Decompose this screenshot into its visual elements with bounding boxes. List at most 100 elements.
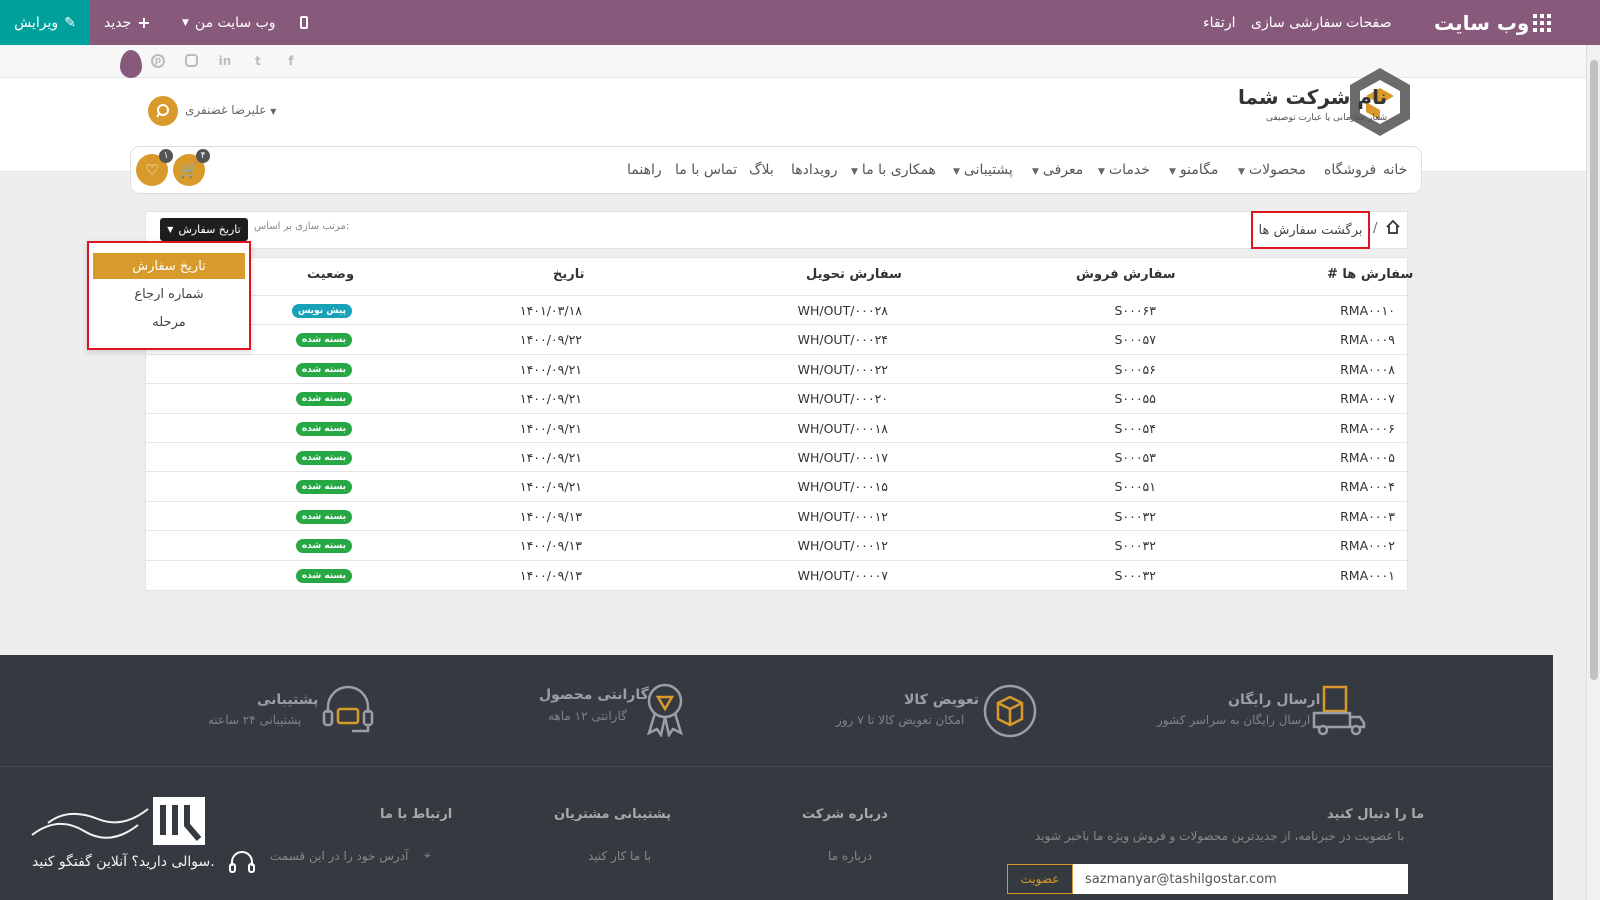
column-header-date[interactable]: تاریخ bbox=[553, 267, 585, 282]
menu-pages-label: صفحات bbox=[1346, 14, 1392, 31]
column-header-sale-order[interactable]: سفارش فروش bbox=[1076, 267, 1176, 282]
table-row[interactable]: RMA۰۰۰۷ S۰۰۰۵۵ WH/OUT/۰۰۰۲۰ ۱۴۰۰/۰۹/۲۱ بسته … bbox=[145, 383, 1408, 412]
cell-rma-number[interactable]: RMA۰۰۱۰ bbox=[1340, 303, 1395, 318]
nav-item-support[interactable]: ▼ پشتیبانی bbox=[953, 162, 1013, 178]
sort-option-label: مرحله bbox=[152, 314, 186, 330]
cell-rma-number[interactable]: RMA۰۰۰۲ bbox=[1340, 538, 1395, 553]
menu-customize-label: سفارشی سازی bbox=[1251, 14, 1343, 31]
table-row[interactable]: RMA۰۰۱۰ S۰۰۰۶۳ WH/OUT/۰۰۰۲۸ ۱۴۰۱/۰۳/۱۸ پیش ن… bbox=[145, 295, 1408, 324]
sort-option-stage[interactable]: مرحله bbox=[93, 309, 245, 335]
nav-item-about[interactable]: ▼ معرفی bbox=[1032, 162, 1083, 178]
search-icon bbox=[156, 104, 169, 118]
my-website-dropdown[interactable]: ▼ وب سایت من bbox=[182, 0, 276, 45]
cell-date: ۱۴۰۰/۰۹/۲۱ bbox=[519, 450, 582, 465]
caret-down-icon: ▼ bbox=[270, 107, 277, 116]
wishlist-button[interactable]: ♡ ۱ bbox=[136, 149, 173, 186]
menu-customize[interactable]: سفارشی سازی bbox=[1251, 0, 1342, 45]
cart-button[interactable]: 🛒 ۴ bbox=[173, 149, 210, 186]
table-row[interactable]: RMA۰۰۰۲ S۰۰۰۳۲ WH/OUT/۰۰۰۱۲ ۱۴۰۰/۰۹/۱۳ بسته … bbox=[145, 530, 1408, 559]
footer-about-link[interactable]: درباره ما bbox=[828, 849, 872, 863]
back-to-orders-link[interactable]: برگشت سفارش ها bbox=[1251, 211, 1370, 249]
cell-sale-order: S۰۰۰۵۱ bbox=[1114, 479, 1156, 495]
caret-down-icon: ▼ bbox=[953, 167, 960, 177]
cell-rma-number[interactable]: RMA۰۰۰۶ bbox=[1340, 421, 1395, 436]
nav-item-services[interactable]: ▼ خدمات bbox=[1098, 162, 1150, 178]
column-header-status[interactable]: وضعیت bbox=[307, 267, 354, 282]
feature-subtitle: ارسال رایگان به سراسر کشور bbox=[1157, 713, 1311, 727]
instagram-icon[interactable] bbox=[185, 54, 198, 67]
company-logo-text[interactable]: نام شرکت شما شعار سازمانی یا عبارت توصیف… bbox=[1238, 85, 1387, 123]
home-icon[interactable] bbox=[1385, 219, 1403, 237]
feature-subtitle: گارانتی ۱۲ ماهه bbox=[548, 709, 627, 723]
app-brand[interactable]: وب سایت bbox=[1434, 0, 1529, 45]
cell-sale-order: S۰۰۰۵۳ bbox=[1114, 450, 1156, 465]
table-row[interactable]: RMA۰۰۰۴ S۰۰۰۵۱ WH/OUT/۰۰۰۱۵ ۱۴۰۰/۰۹/۲۱ بسته … bbox=[145, 471, 1408, 500]
search-button[interactable] bbox=[148, 96, 178, 126]
nav-item-careers[interactable]: ▼ همکاری با ما bbox=[851, 162, 936, 178]
table-row[interactable]: RMA۰۰۰۳ S۰۰۰۳۲ WH/OUT/۰۰۰۱۲ ۱۴۰۰/۰۹/۱۳ بسته … bbox=[145, 500, 1408, 530]
nav-item-label: محصولات bbox=[1248, 162, 1306, 178]
sort-value: تاریخ سفارش bbox=[178, 223, 241, 236]
newsletter-email-input[interactable] bbox=[1073, 864, 1408, 894]
scrollbar-thumb[interactable] bbox=[1590, 60, 1598, 680]
mobile-preview-button[interactable] bbox=[300, 0, 308, 45]
cell-delivery-order: WH/OUT/۰۰۰۲۸ bbox=[797, 303, 888, 318]
table-row[interactable]: RMA۰۰۰۱ S۰۰۰۳۲ WH/OUT/۰۰۰۰۷ ۱۴۰۰/۰۹/۱۳ بسته … bbox=[145, 559, 1408, 589]
table-row[interactable]: RMA۰۰۰۹ S۰۰۰۵۷ WH/OUT/۰۰۰۲۴ ۱۴۰۰/۰۹/۲۲ بسته … bbox=[145, 324, 1408, 353]
caret-down-icon: ▼ bbox=[851, 167, 858, 177]
sort-option-label: شماره ارجاع bbox=[134, 286, 204, 302]
footer-contact-title: ارتباط با ما bbox=[380, 807, 453, 822]
menu-upgrade[interactable]: ارتقاء bbox=[1203, 0, 1235, 45]
nav-item-home[interactable]: خانه bbox=[1383, 162, 1407, 178]
caret-down-icon: ▼ bbox=[167, 225, 174, 234]
nav-item-shop[interactable]: فروشگاه bbox=[1324, 162, 1376, 178]
cell-rma-number[interactable]: RMA۰۰۰۷ bbox=[1340, 391, 1395, 406]
nav-item-contact[interactable]: تماس با ما bbox=[675, 162, 737, 178]
facebook-icon[interactable]: f bbox=[284, 54, 298, 68]
cell-rma-number[interactable]: RMA۰۰۰۳ bbox=[1340, 509, 1395, 524]
linkedin-icon[interactable]: in bbox=[218, 54, 232, 68]
cell-rma-number[interactable]: RMA۰۰۰۵ bbox=[1340, 450, 1395, 465]
headset-icon[interactable] bbox=[228, 850, 256, 876]
sort-option-order-date[interactable]: تاریخ سفارش bbox=[93, 253, 245, 279]
nav-item-blog[interactable]: بلاگ bbox=[749, 162, 774, 178]
edit-label: ویرایش bbox=[14, 14, 59, 31]
cell-rma-number[interactable]: RMA۰۰۰۹ bbox=[1340, 332, 1395, 347]
menu-pages[interactable]: صفحات bbox=[1346, 0, 1391, 45]
cell-rma-number[interactable]: RMA۰۰۰۸ bbox=[1340, 362, 1395, 377]
top-admin-bar: ویرایش ✎ جدید + ▼ وب سایت من ارتقاء سفار… bbox=[0, 0, 1600, 45]
cell-delivery-order: WH/OUT/۰۰۰۱۸ bbox=[797, 420, 888, 436]
cell-delivery-order: WH/OUT/۰۰۰۰۷ bbox=[797, 567, 888, 583]
column-header-rma[interactable]: # سفارش ها bbox=[1327, 267, 1413, 282]
nav-item-megamenu[interactable]: ▼ مگامنو bbox=[1169, 162, 1218, 178]
table-row[interactable]: RMA۰۰۰۸ S۰۰۰۵۶ WH/OUT/۰۰۰۲۲ ۱۴۰۰/۰۹/۲۱ بسته … bbox=[145, 353, 1408, 383]
nav-item-events[interactable]: رویدادها bbox=[791, 162, 838, 178]
caret-down-icon: ▼ bbox=[182, 17, 189, 28]
table-row[interactable]: RMA۰۰۰۶ S۰۰۰۵۴ WH/OUT/۰۰۰۱۸ ۱۴۰۰/۰۹/۲۱ بسته … bbox=[145, 412, 1408, 442]
column-header-delivery-order[interactable]: سفارش تحویل bbox=[806, 267, 902, 282]
twitter-icon[interactable]: t bbox=[251, 54, 265, 68]
user-menu[interactable]: علیرضا غضنفری ▼ bbox=[185, 103, 276, 117]
grid-icon[interactable] bbox=[1533, 0, 1551, 45]
footer-careers-link[interactable]: با ما کار کنید bbox=[588, 849, 651, 863]
cell-rma-number[interactable]: RMA۰۰۰۴ bbox=[1340, 479, 1395, 494]
cell-date: ۱۴۰۰/۰۹/۱۳ bbox=[519, 538, 582, 554]
new-button[interactable]: جدید + bbox=[104, 0, 151, 45]
page-scrollbar[interactable] bbox=[1586, 45, 1600, 900]
social-bar: f t in p bbox=[0, 45, 1586, 78]
footer-follow-text: با عضویت در خبرنامه، از جدیدترین محصولات… bbox=[1035, 829, 1405, 843]
cart-count: ۴ bbox=[196, 149, 210, 163]
live-chat-text[interactable]: سوالی دارید؟ آنلاین گفتگو کنید. bbox=[32, 854, 215, 870]
nav-item-products[interactable]: ▼ محصولات bbox=[1238, 162, 1306, 178]
nav-item-help[interactable]: راهنما bbox=[627, 162, 662, 178]
footer-support-title: پشتیبانی مشتریان bbox=[554, 807, 671, 822]
grid-icon-svg bbox=[1533, 13, 1551, 32]
status-badge: پیش نویس bbox=[291, 304, 352, 318]
cell-rma-number[interactable]: RMA۰۰۰۱ bbox=[1340, 568, 1395, 583]
table-row[interactable]: RMA۰۰۰۵ S۰۰۰۵۳ WH/OUT/۰۰۰۱۷ ۱۴۰۰/۰۹/۲۱ بسته … bbox=[145, 442, 1408, 471]
newsletter-subscribe-button[interactable]: عضویت bbox=[1007, 864, 1073, 894]
pinterest-icon[interactable]: p bbox=[151, 54, 165, 68]
sort-option-reference[interactable]: شماره ارجاع bbox=[93, 281, 245, 307]
edit-button[interactable]: ویرایش ✎ bbox=[0, 0, 90, 45]
sort-dropdown-button[interactable]: ▼ تاریخ سفارش bbox=[160, 218, 248, 241]
